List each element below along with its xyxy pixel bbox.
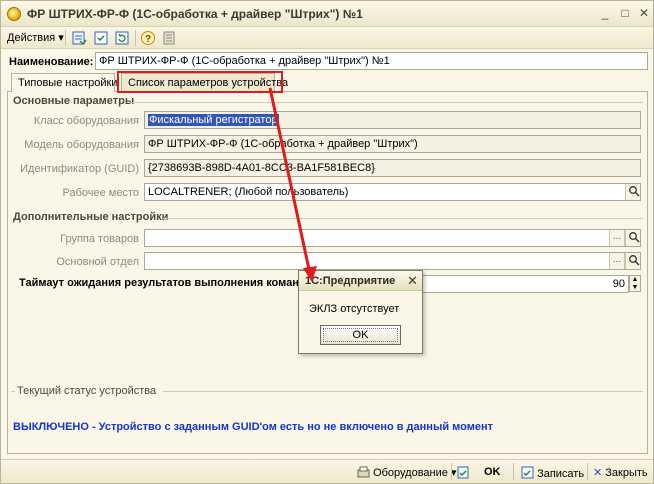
window-title: ФР ШТРИХ-ФР-Ф (1С-обработка + драйвер "Ш… — [27, 7, 363, 21]
status-section-title: Текущий статус устройства — [17, 385, 157, 397]
close-button[interactable]: ✕ Закрыть — [593, 466, 648, 479]
spin-up-icon[interactable]: ▲ — [630, 276, 640, 284]
dialog-title-bar: 1С:Предприятие ✕ — [299, 271, 422, 291]
product-group-label: Группа товаров — [60, 233, 139, 245]
save-button[interactable]: Записать — [521, 466, 584, 480]
actions-label: Действия — [7, 32, 56, 44]
close-label: Закрыть — [605, 467, 648, 479]
minimize-button[interactable]: _ — [597, 6, 613, 21]
main-department-input[interactable]: ... — [144, 252, 641, 270]
toolbar: Действия ▾ ? — [1, 27, 653, 49]
name-input[interactable]: ФР ШТРИХ-ФР-Ф (1С-обработка + драйвер "Ш… — [95, 52, 648, 70]
product-group-input[interactable]: ... — [144, 229, 641, 247]
main-department-picker-button[interactable]: ... — [609, 253, 625, 269]
section-divider — [163, 391, 643, 392]
tab-highlight-annotation — [117, 71, 283, 93]
equipment-class-field: Фискальный регистратор — [144, 111, 641, 129]
bottom-divider — [451, 463, 452, 480]
ok-button[interactable]: OK — [484, 466, 501, 478]
dialog-close-icon[interactable]: ✕ — [407, 273, 418, 289]
equipment-class-label: Класс оборудования — [33, 115, 139, 127]
search-icon[interactable] — [625, 230, 640, 246]
timeout-spinner[interactable]: ▲ ▼ — [629, 275, 641, 292]
maximize-button[interactable]: □ — [617, 6, 633, 21]
message-dialog: 1С:Предприятие ✕ ЭКЛЗ отсутствует OK — [298, 270, 423, 354]
refresh-icon[interactable] — [114, 30, 130, 46]
settings-window: ФР ШТРИХ-ФР-Ф (1С-обработка + драйвер "Ш… — [0, 0, 654, 484]
tab-standard-settings[interactable]: Типовые настройки — [11, 73, 117, 92]
write-close-icon[interactable] — [71, 30, 87, 46]
list-icon[interactable] — [161, 30, 177, 46]
search-icon[interactable] — [625, 184, 640, 200]
name-label: Наименование: — [9, 56, 94, 68]
workplace-value: LOCALTRENER; (Любой пользователь) — [148, 186, 349, 198]
toolbar-divider — [65, 30, 66, 46]
toolbar-divider — [135, 30, 136, 46]
section-divider — [11, 391, 15, 392]
basic-section-title: Основные параметры — [13, 95, 135, 107]
equipment-class-value: Фискальный регистратор — [148, 114, 279, 126]
equipment-model-field: ФР ШТРИХ-ФР-Ф (1С-обработка + драйвер "Ш… — [144, 135, 641, 153]
device-status-text: ВЫКЛЮЧЕНО - Устройство с заданным GUID'о… — [13, 421, 494, 433]
spin-down-icon[interactable]: ▼ — [630, 284, 640, 292]
section-divider — [129, 102, 643, 103]
write-close-icon[interactable] — [457, 466, 470, 480]
title-bar: ФР ШТРИХ-ФР-Ф (1С-обработка + драйвер "Ш… — [1, 1, 653, 27]
section-divider — [163, 218, 643, 219]
write-icon[interactable] — [93, 30, 109, 46]
bottom-divider — [513, 463, 514, 480]
dialog-message: ЭКЛЗ отсутствует — [309, 303, 400, 315]
save-label: Записать — [537, 468, 585, 480]
help-icon[interactable]: ? — [140, 30, 156, 46]
dialog-ok-button[interactable]: OK — [320, 325, 401, 345]
equipment-model-label: Модель оборудования — [24, 139, 139, 151]
workplace-label: Рабочее место — [62, 187, 139, 199]
guid-field: {2738693B-898D-4A01-8CC3-BA1F581BEC8} — [144, 159, 641, 177]
chevron-down-icon: ▾ — [58, 32, 64, 44]
additional-section-title: Дополнительные настройки — [13, 211, 169, 223]
timeout-input[interactable]: 90 — [421, 275, 629, 293]
bottom-divider — [587, 463, 588, 480]
app-icon — [7, 7, 21, 21]
actions-menu[interactable]: Действия ▾ — [7, 31, 64, 44]
equipment-label: Оборудование — [373, 467, 448, 479]
focus-ring — [323, 328, 398, 342]
close-window-button[interactable]: ✕ — [636, 6, 652, 21]
close-icon: ✕ — [593, 467, 603, 479]
product-group-picker-button[interactable]: ... — [609, 230, 625, 246]
dialog-title: 1С:Предприятие — [305, 275, 396, 287]
workplace-input[interactable]: LOCALTRENER; (Любой пользователь) — [144, 183, 641, 201]
bottom-bar: Оборудование ▾ OK Записать ✕ Закрыть — [1, 459, 653, 483]
search-icon[interactable] — [625, 253, 640, 269]
timeout-label: Таймаут ожидания результатов выполнения … — [19, 277, 316, 289]
svg-text:?: ? — [145, 34, 151, 45]
equipment-menu-button[interactable]: Оборудование ▾ — [357, 466, 456, 479]
main-department-label: Основной отдел — [56, 256, 139, 268]
guid-label: Идентификатор (GUID) — [20, 163, 139, 175]
